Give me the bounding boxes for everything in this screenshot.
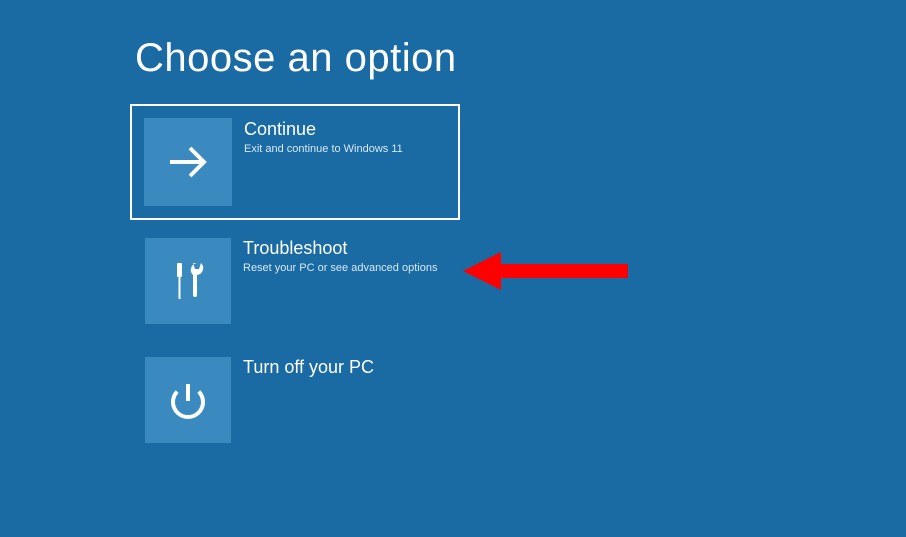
options-list: Continue Exit and continue to Windows 11… — [135, 109, 906, 453]
option-troubleshoot[interactable]: Troubleshoot Reset your PC or see advanc… — [135, 228, 455, 334]
power-icon — [145, 357, 231, 443]
option-text: Troubleshoot Reset your PC or see advanc… — [231, 228, 447, 334]
option-text: Turn off your PC — [231, 347, 384, 453]
option-title: Troubleshoot — [243, 238, 437, 259]
option-subtitle: Reset your PC or see advanced options — [243, 261, 437, 275]
option-text: Continue Exit and continue to Windows 11 — [232, 109, 413, 215]
option-title: Turn off your PC — [243, 357, 374, 378]
option-subtitle: Exit and continue to Windows 11 — [244, 142, 403, 156]
option-turn-off[interactable]: Turn off your PC — [135, 347, 455, 453]
option-continue[interactable]: Continue Exit and continue to Windows 11 — [135, 109, 455, 215]
tools-icon — [145, 238, 231, 324]
page-title: Choose an option — [135, 36, 906, 81]
option-title: Continue — [244, 119, 403, 140]
recovery-options-screen: Choose an option Continue Exit and conti… — [0, 0, 906, 453]
arrow-right-icon — [144, 118, 232, 206]
